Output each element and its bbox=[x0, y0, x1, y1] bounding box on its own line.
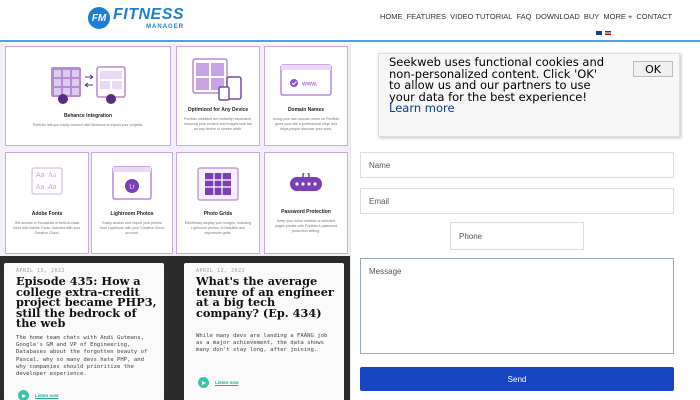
svg-text:Aa: Aa bbox=[47, 184, 57, 191]
svg-text:Aa: Aa bbox=[48, 171, 57, 179]
post-excerpt: The home team chats with Andi Gutmans, G… bbox=[16, 335, 148, 378]
post-excerpt: While many devs are landing a FAANG job … bbox=[196, 333, 328, 354]
column-divider bbox=[350, 44, 351, 400]
listen-now-link[interactable]: Listen now bbox=[198, 377, 239, 388]
feature-desc: Using your own domain name on Portfolio … bbox=[272, 117, 340, 131]
phone-field[interactable]: Phone bbox=[450, 222, 584, 250]
post-title[interactable]: What's the average tenure of an engineer… bbox=[196, 275, 338, 318]
feature-desc: Get access to thousands of best-in-class… bbox=[13, 221, 81, 235]
main-nav: HOME FEATURES VIDEO TUTORIAL FAQ DOWNLOA… bbox=[380, 12, 674, 21]
feature-title: Adobe Fonts bbox=[31, 211, 63, 217]
svg-text:Aa: Aa bbox=[36, 184, 44, 192]
feature-title: Optimized for Any Device bbox=[187, 107, 249, 113]
nav-more[interactable]: MORE bbox=[603, 12, 626, 21]
feature-desc: Portfolio websites are instantly respons… bbox=[184, 117, 252, 131]
email-field[interactable]: Email bbox=[360, 188, 674, 214]
cookie-text: Seekweb uses functional cookies and non-… bbox=[389, 55, 609, 115]
cookie-ok-button[interactable]: OK bbox=[633, 61, 673, 77]
nav-contact[interactable]: CONTACT bbox=[636, 12, 672, 21]
domain-illustration-icon: www. bbox=[280, 64, 332, 96]
feature-card-domains: www. Domain Names Using your own domain … bbox=[264, 46, 348, 146]
svg-text:Lr: Lr bbox=[129, 185, 134, 191]
devices-illustration-icon bbox=[192, 58, 242, 101]
play-icon bbox=[18, 390, 29, 400]
listen-now-label: Listen now bbox=[35, 393, 59, 398]
nav-features[interactable]: FEATURES bbox=[407, 12, 446, 21]
podcast-section: APRIL 15, 2022 Episode 435: How a colleg… bbox=[0, 256, 350, 400]
logo-subtitle: MANAGER bbox=[146, 24, 185, 30]
nav-download[interactable]: DOWNLOAD bbox=[536, 12, 580, 21]
logo-badge: FM bbox=[88, 7, 110, 29]
language-switcher bbox=[596, 31, 611, 35]
name-field[interactable]: Name bbox=[360, 152, 674, 178]
thai-flag-icon[interactable] bbox=[605, 31, 611, 35]
feature-card-devices: Optimized for Any Device Portfolio websi… bbox=[176, 46, 260, 146]
behance-illustration-icon bbox=[51, 66, 126, 104]
feature-card-behance: Behance Integration Portfolio lets you e… bbox=[5, 46, 171, 146]
feature-grid: Behance Integration Portfolio lets you e… bbox=[0, 44, 350, 256]
feature-card-adobe-fonts: Aa Aa Aa Aa Adobe Fonts Get access to th… bbox=[5, 152, 89, 254]
site-header: FM FITNESS MANAGER HOME FEATURES VIDEO T… bbox=[0, 0, 700, 42]
feature-card-lightroom: Lr Lightroom Photos Easily access and im… bbox=[91, 152, 173, 254]
cookie-banner: Seekweb uses functional cookies and non-… bbox=[378, 53, 680, 137]
lightroom-illustration-icon: Lr bbox=[112, 166, 152, 200]
password-illustration-icon bbox=[290, 173, 322, 191]
logo[interactable]: FM FITNESS MANAGER bbox=[88, 6, 184, 30]
feature-desc: Easily access and import your photos fro… bbox=[99, 221, 165, 235]
logo-title: FITNESS bbox=[113, 6, 185, 23]
send-button[interactable]: Send bbox=[360, 367, 674, 391]
listen-now-link[interactable]: Listen now bbox=[18, 390, 59, 400]
post-title[interactable]: Episode 435: How a college extra-credit … bbox=[16, 275, 158, 328]
nav-more-plus[interactable]: + bbox=[628, 12, 632, 21]
feature-title: Behance Integration bbox=[63, 113, 113, 119]
cookie-message: Seekweb uses functional cookies and non-… bbox=[389, 55, 605, 104]
feature-card-photo-grids: Photo Grids Effortlessly display your im… bbox=[176, 152, 260, 254]
feature-title: Domain Names bbox=[287, 107, 325, 113]
learn-more-link[interactable]: Learn more bbox=[389, 101, 455, 115]
nav-faq[interactable]: FAQ bbox=[516, 12, 531, 21]
feature-title: Password Protection bbox=[281, 209, 331, 215]
listen-now-label: Listen now bbox=[215, 380, 239, 385]
play-icon bbox=[198, 377, 209, 388]
post-card[interactable]: APRIL 12, 2022 What's the average tenure… bbox=[184, 263, 344, 400]
photo-grid-illustration-icon bbox=[197, 167, 239, 201]
post-card[interactable]: APRIL 15, 2022 Episode 435: How a colleg… bbox=[4, 263, 164, 400]
feature-title: Lightroom Photos bbox=[110, 211, 154, 217]
message-field[interactable]: Message bbox=[360, 258, 674, 354]
feature-desc: Portfolio lets you easily connect with B… bbox=[32, 123, 144, 127]
nav-buy[interactable]: BUY bbox=[584, 12, 599, 21]
nav-video-tutorial[interactable]: VIDEO TUTORIAL bbox=[450, 12, 512, 21]
feature-card-password: Password Protection Keep your entire web… bbox=[264, 152, 348, 254]
uk-flag-icon[interactable] bbox=[596, 31, 602, 35]
nav-home[interactable]: HOME bbox=[380, 12, 403, 21]
feature-desc: Effortlessly display your images, includ… bbox=[184, 221, 252, 235]
fonts-illustration-icon: Aa Aa Aa Aa bbox=[31, 167, 63, 195]
domain-url-label: www. bbox=[301, 81, 318, 88]
feature-title: Photo Grids bbox=[203, 211, 233, 217]
svg-text:Aa: Aa bbox=[36, 172, 45, 179]
feature-desc: Keep your entire website or selected pag… bbox=[274, 219, 337, 233]
